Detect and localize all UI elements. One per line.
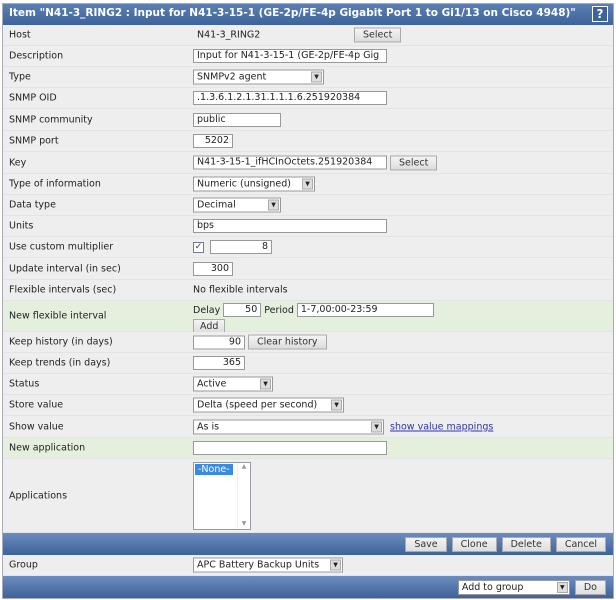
snmp-community-input[interactable]: public <box>193 112 281 127</box>
chevron-down-icon: ▼ <box>556 581 568 593</box>
chevron-down-icon: ▼ <box>268 199 279 211</box>
type-of-information-select[interactable]: Numeric (unsigned) ▼ <box>193 176 315 192</box>
row-keep-history: Keep history (in days) 90 Clear history <box>3 332 613 353</box>
group-select[interactable]: APC Battery Backup Units ▼ <box>193 557 343 573</box>
row-applications: Applications -None- ▲ ▼ <box>3 459 613 533</box>
description-input[interactable]: Input for N41-3-15-1 (GE-2p/FE-4p Gig <box>193 49 387 63</box>
period-input[interactable]: 1-7,00:00-23:59 <box>296 303 434 317</box>
row-status: Status Active ▼ <box>3 374 613 395</box>
host-select-button[interactable]: Select <box>354 27 402 43</box>
row-keep-trends: Keep trends (in days) 365 <box>3 353 613 374</box>
save-button[interactable]: Save <box>405 536 447 552</box>
row-units: Units bps <box>3 216 613 237</box>
row-new-application: New application <box>3 438 613 459</box>
row-store-value: Store value Delta (speed per second) ▼ <box>3 395 613 416</box>
status-select[interactable]: Active ▼ <box>193 376 273 392</box>
row-type: Type SNMPv2 agent ▼ <box>3 67 613 88</box>
chevron-down-icon: ▼ <box>311 71 322 83</box>
units-input[interactable]: bps <box>193 219 387 233</box>
group-action-select[interactable]: Add to group ▼ <box>457 579 570 595</box>
row-snmp-port: SNMP port 5202 <box>3 131 613 152</box>
show-value-mappings-link[interactable]: show value mappings <box>390 421 493 432</box>
row-description: Description Input for N41-3-15-1 (GE-2p/F… <box>3 46 613 67</box>
chevron-down-icon: ▼ <box>302 178 313 190</box>
chevron-down-icon: ▼ <box>371 421 382 432</box>
key-input[interactable]: N41-3-15-1_ifHCInOctets.251920384 <box>193 155 387 170</box>
row-group: Group APC Battery Backup Units ▼ <box>3 555 613 576</box>
row-custom-multiplier: Use custom multiplier ✓ 8 <box>3 237 613 258</box>
row-show-value: Show value As is ▼ show value mappings <box>3 416 613 438</box>
row-data-type: Data type Decimal ▼ <box>3 195 613 216</box>
form-title: Item "N41-3_RING2 : Input for N41-3-15-1… <box>3 4 613 25</box>
row-flexible-intervals: Flexible intervals (sec) No flexible inte… <box>3 280 613 301</box>
delete-button[interactable]: Delete <box>501 536 551 552</box>
chevron-down-icon: ▼ <box>260 378 271 390</box>
keep-trends-input[interactable]: 365 <box>193 356 245 370</box>
data-type-select[interactable]: Decimal ▼ <box>193 197 281 213</box>
show-value-select[interactable]: As is ▼ <box>193 419 384 434</box>
scrollbar[interactable]: ▲ ▼ <box>237 462 250 529</box>
key-select-button[interactable]: Select <box>390 155 438 170</box>
snmp-oid-input[interactable]: .1.3.6.1.2.1.31.1.1.1.6.251920384 <box>193 91 387 105</box>
custom-multiplier-checkbox[interactable]: ✓ <box>193 241 204 253</box>
delay-input[interactable]: 50 <box>223 303 262 317</box>
help-icon[interactable]: ? <box>592 6 608 22</box>
row-snmp-community: SNMP community public <box>3 109 613 131</box>
do-button[interactable]: Do <box>574 579 606 595</box>
row-new-flexible-interval: New flexible interval Delay 50 Period 1-7,0… <box>3 301 613 334</box>
action-bar: Save Clone Delete Cancel <box>3 533 613 555</box>
application-option[interactable]: -None- <box>195 463 233 475</box>
keep-history-input[interactable]: 90 <box>193 335 245 349</box>
cancel-button[interactable]: Cancel <box>555 536 606 552</box>
item-form: Item "N41-3_RING2 : Input for N41-3-15-1… <box>2 3 614 599</box>
row-update-interval: Update interval (in sec) 300 <box>3 258 613 280</box>
row-key: Key N41-3-15-1_ifHCInOctets.251920384 Sele… <box>3 152 613 174</box>
multiplier-input[interactable]: 8 <box>210 240 272 254</box>
chevron-down-icon: ▼ <box>331 399 342 411</box>
new-application-input[interactable] <box>193 441 387 455</box>
row-type-of-information: Type of information Numeric (unsigned) ▼ <box>3 174 613 195</box>
footer-bar: Add to group ▼ Do <box>3 576 613 598</box>
chevron-down-icon: ▼ <box>330 559 341 571</box>
update-interval-input[interactable]: 300 <box>193 261 233 276</box>
row-snmp-oid: SNMP OID .1.3.6.1.2.1.31.1.1.1.6.25192038… <box>3 88 613 109</box>
snmp-port-input[interactable]: 5202 <box>193 134 233 148</box>
type-select[interactable]: SNMPv2 agent ▼ <box>193 69 324 85</box>
clear-history-button[interactable]: Clear history <box>248 334 327 350</box>
row-host: Host N41-3_RING2 Select <box>3 25 613 46</box>
store-value-select[interactable]: Delta (speed per second) ▼ <box>193 397 344 413</box>
host-field: N41-3_RING2 <box>193 28 351 42</box>
clone-button[interactable]: Clone <box>451 536 497 552</box>
applications-listbox[interactable]: -None- ▲ ▼ <box>193 461 251 530</box>
